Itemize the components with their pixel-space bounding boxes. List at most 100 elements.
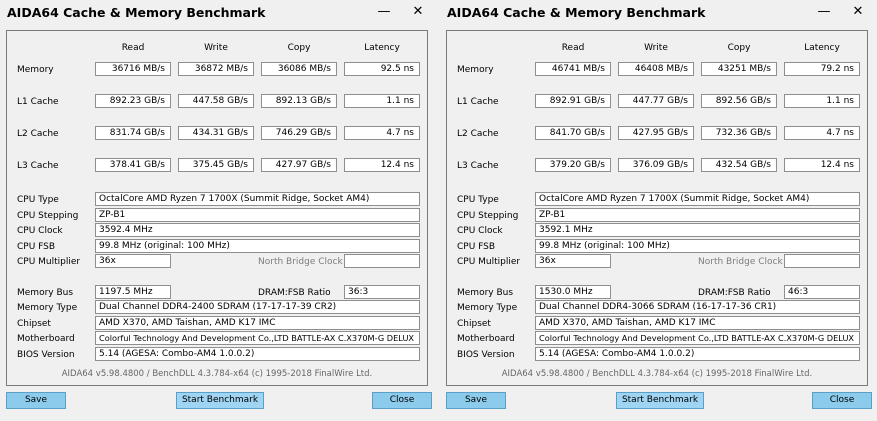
row-label-memory: Memory [457,65,494,75]
bios-version-label: BIOS Version [457,350,515,360]
benchmark-window-left: AIDA64 Cache & Memory Benchmark — ✕ Read… [0,0,435,421]
north-bridge-clock-label: North Bridge Clock [258,257,343,267]
title-bar: AIDA64 Cache & Memory Benchmark — ✕ [0,0,435,28]
l2-copy-value: 732.36 GB/s [701,126,777,140]
cpu-fsb-value: 99.8 MHz (original: 100 MHz) [535,239,860,253]
cpu-type-label: CPU Type [457,195,499,205]
memory-type-label: Memory Type [457,303,518,313]
l1-latency-value: 1.1 ns [344,94,420,108]
dram-fsb-ratio-value: 36:3 [344,285,420,299]
l3-copy-value: 432.54 GB/s [701,158,777,172]
row-label-l2: L2 Cache [457,129,499,139]
l2-copy-value: 746.29 GB/s [261,126,337,140]
l1-copy-value: 892.13 GB/s [261,94,337,108]
start-benchmark-button[interactable]: Start Benchmark [176,392,264,409]
header-read: Read [561,43,585,53]
row-label-l3: L3 Cache [457,161,499,171]
cpu-type-value: OctalCore AMD Ryzen 7 1700X (Summit Ridg… [95,192,420,206]
save-button[interactable]: Save [6,392,66,409]
l1-read-value: 892.23 GB/s [95,94,171,108]
header-latency: Latency [364,43,400,53]
cpu-multiplier-label: CPU Multiplier [457,257,521,267]
row-label-l3: L3 Cache [17,161,59,171]
memory-bus-label: Memory Bus [17,288,74,298]
memory-type-value: Dual Channel DDR4-3066 SDRAM (16-17-17-3… [535,300,860,314]
l2-latency-value: 4.7 ns [344,126,420,140]
chipset-label: Chipset [457,319,491,329]
chipset-value: AMD X370, AMD Taishan, AMD K17 IMC [95,316,420,330]
results-panel: Read Write Copy Latency Memory 36716 MB/… [6,30,428,386]
memory-copy-value: 43251 MB/s [701,62,777,76]
bios-version-value: 5.14 (AGESA: Combo-AM4 1.0.0.2) [95,347,420,361]
dram-fsb-ratio-label: DRAM:FSB Ratio [698,288,771,298]
memory-write-value: 36872 MB/s [178,62,254,76]
l2-write-value: 427.95 GB/s [618,126,694,140]
start-benchmark-button[interactable]: Start Benchmark [616,392,704,409]
motherboard-value: Colorful Technology And Development Co.,… [535,331,860,345]
cpu-fsb-label: CPU FSB [17,242,56,252]
l3-write-value: 375.45 GB/s [178,158,254,172]
memory-type-value: Dual Channel DDR4-2400 SDRAM (17-17-17-3… [95,300,420,314]
l2-latency-value: 4.7 ns [784,126,860,140]
row-label-l1: L1 Cache [17,97,59,107]
chipset-label: Chipset [17,319,51,329]
cpu-clock-value: 3592.4 MHz [95,223,420,237]
l1-write-value: 447.77 GB/s [618,94,694,108]
l3-read-value: 379.20 GB/s [535,158,611,172]
header-write: Write [204,43,228,53]
row-label-l1: L1 Cache [457,97,499,107]
cpu-clock-label: CPU Clock [457,226,503,236]
l1-read-value: 892.91 GB/s [535,94,611,108]
bios-version-value: 5.14 (AGESA: Combo-AM4 1.0.0.2) [535,347,860,361]
l1-copy-value: 892.56 GB/s [701,94,777,108]
copyright-footer: AIDA64 v5.98.4800 / BenchDLL 4.3.784-x64… [501,369,813,379]
l1-write-value: 447.58 GB/s [178,94,254,108]
motherboard-value: Colorful Technology And Development Co.,… [95,331,420,345]
l3-latency-value: 12.4 ns [344,158,420,172]
chipset-value: AMD X370, AMD Taishan, AMD K17 IMC [535,316,860,330]
cpu-clock-value: 3592.1 MHz [535,223,860,237]
l2-read-value: 841.70 GB/s [535,126,611,140]
header-read: Read [121,43,145,53]
close-button[interactable]: Close [812,392,872,409]
header-copy: Copy [287,43,311,53]
cpu-stepping-value: ZP-B1 [535,208,860,222]
cpu-stepping-value: ZP-B1 [95,208,420,222]
window-title: AIDA64 Cache & Memory Benchmark [447,5,706,20]
memory-bus-value: 1530.0 MHz [535,285,611,299]
minimize-icon[interactable]: — [813,3,835,21]
close-button[interactable]: Close [372,392,432,409]
header-write: Write [644,43,668,53]
title-bar: AIDA64 Cache & Memory Benchmark — ✕ [440,0,875,28]
cpu-type-label: CPU Type [17,195,59,205]
cpu-multiplier-value: 36x [95,254,171,268]
l3-write-value: 376.09 GB/s [618,158,694,172]
l2-write-value: 434.31 GB/s [178,126,254,140]
header-latency: Latency [804,43,840,53]
memory-write-value: 46408 MB/s [618,62,694,76]
save-button[interactable]: Save [446,392,506,409]
bios-version-label: BIOS Version [17,350,75,360]
cpu-clock-label: CPU Clock [17,226,63,236]
l2-read-value: 831.74 GB/s [95,126,171,140]
minimize-icon[interactable]: — [373,3,395,21]
memory-read-value: 46741 MB/s [535,62,611,76]
cpu-stepping-label: CPU Stepping [17,211,79,221]
north-bridge-clock-label: North Bridge Clock [698,257,783,267]
row-label-memory: Memory [17,65,54,75]
close-icon[interactable]: ✕ [847,3,869,21]
cpu-type-value: OctalCore AMD Ryzen 7 1700X (Summit Ridg… [535,192,860,206]
l3-latency-value: 12.4 ns [784,158,860,172]
close-icon[interactable]: ✕ [407,3,429,21]
copyright-footer: AIDA64 v5.98.4800 / BenchDLL 4.3.784-x64… [61,369,373,379]
cpu-multiplier-label: CPU Multiplier [17,257,81,267]
motherboard-label: Motherboard [457,334,515,344]
motherboard-label: Motherboard [17,334,75,344]
results-panel: Read Write Copy Latency Memory 46741 MB/… [446,30,868,386]
north-bridge-clock-value [344,254,420,268]
l3-read-value: 378.41 GB/s [95,158,171,172]
memory-bus-value: 1197.5 MHz [95,285,171,299]
memory-type-label: Memory Type [17,303,78,313]
l1-latency-value: 1.1 ns [784,94,860,108]
memory-latency-value: 92.5 ns [344,62,420,76]
